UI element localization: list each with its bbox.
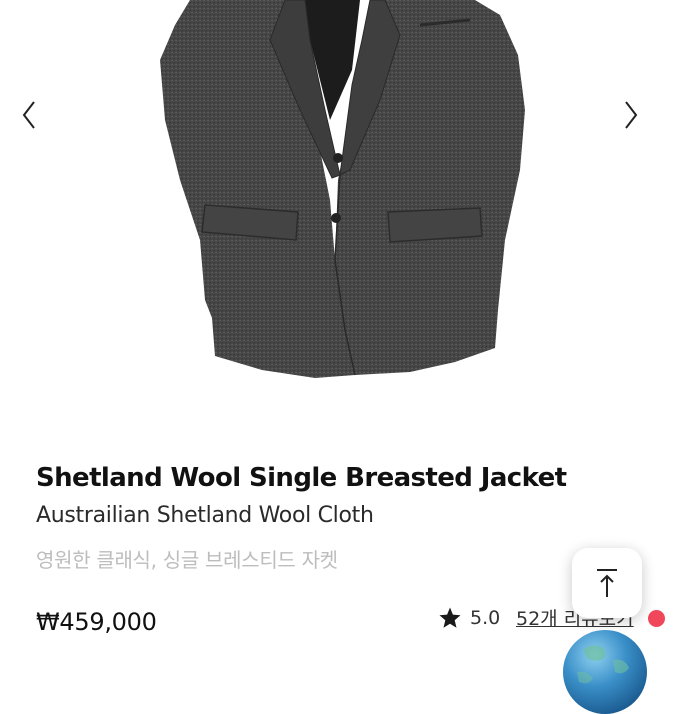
chevron-right-icon — [625, 101, 638, 129]
jacket-photo — [160, 0, 525, 378]
arrow-up-to-top-icon — [597, 569, 617, 597]
product-image-gallery[interactable] — [0, 0, 675, 445]
rating-value: 5.0 — [470, 607, 501, 629]
floating-chat-widget[interactable] — [563, 630, 647, 714]
star-icon — [439, 607, 461, 628]
product-description: 영원한 클래식, 싱글 브레스티드 자켓 — [36, 548, 338, 572]
gallery-prev-button[interactable] — [22, 100, 52, 146]
chevron-left-icon — [22, 101, 35, 129]
gallery-next-button[interactable] — [624, 100, 654, 146]
product-title: Shetland Wool Single Breasted Jacket — [36, 463, 567, 493]
new-indicator-dot — [648, 610, 665, 627]
product-rating: 5.0 — [438, 604, 500, 632]
globe-icon — [577, 645, 629, 684]
product-subtitle: Austrailian Shetland Wool Cloth — [36, 503, 374, 528]
scroll-to-top-button[interactable] — [572, 548, 642, 618]
product-price: ₩459,000 — [36, 608, 157, 636]
